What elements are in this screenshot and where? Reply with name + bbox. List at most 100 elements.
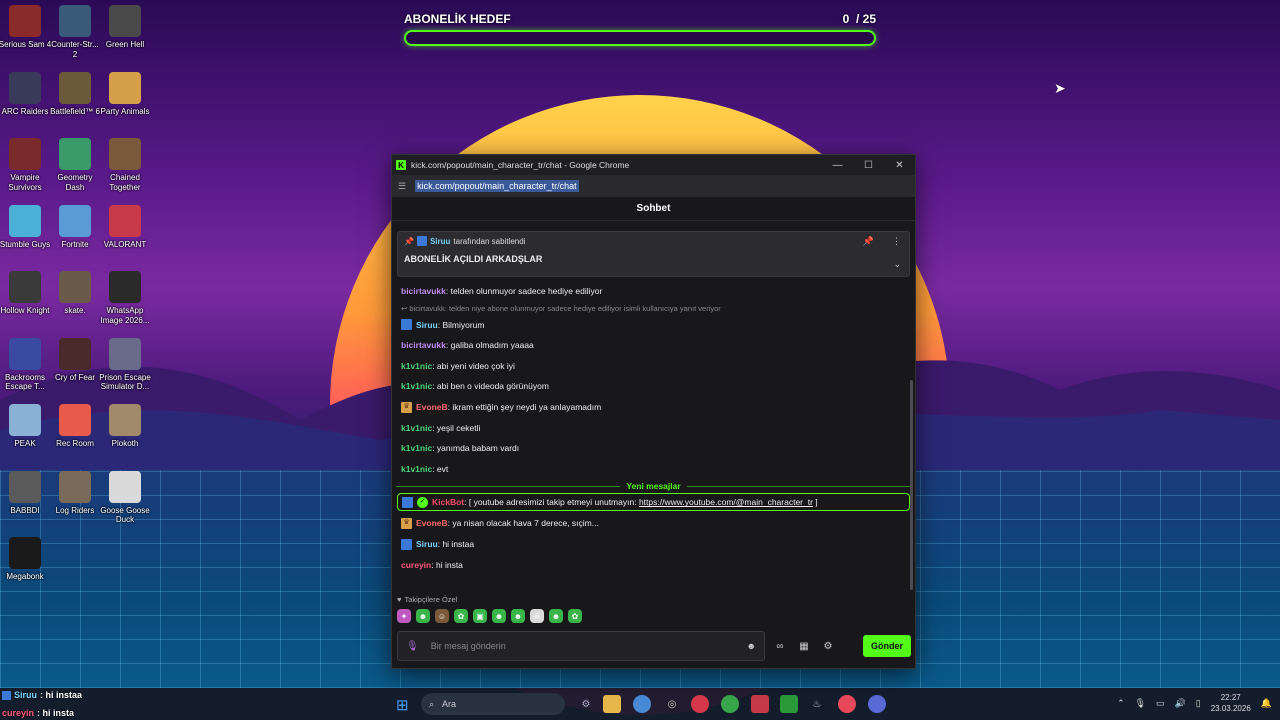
desktop-shortcut[interactable]: BABBDI bbox=[0, 470, 52, 516]
volume-icon[interactable]: 🔊 bbox=[1175, 698, 1186, 709]
emote-icon[interactable]: ☻ bbox=[492, 609, 506, 623]
desktop-shortcut[interactable]: Goose Goose Duck bbox=[98, 470, 152, 525]
desktop-shortcut[interactable]: Backrooms Escape T... bbox=[0, 337, 52, 392]
chevron-up-icon[interactable]: ⌃ bbox=[1117, 698, 1125, 709]
desktop-shortcut[interactable]: ARC Raiders bbox=[0, 71, 52, 117]
message-user[interactable]: bicirtavukk bbox=[401, 335, 446, 356]
message-input[interactable]: 🎙 Bir mesaj gönderin ☻ bbox=[397, 631, 765, 661]
desktop-shortcut[interactable]: Plokoth bbox=[98, 404, 152, 449]
network-icon[interactable]: ▭ bbox=[1156, 698, 1165, 709]
emote-icon[interactable]: ☻ bbox=[416, 609, 430, 623]
emote-icon[interactable]: ☺ bbox=[435, 609, 449, 623]
message-user[interactable]: bicirtavukk bbox=[401, 281, 446, 302]
message-user[interactable]: Siruu bbox=[416, 315, 438, 336]
points-icon[interactable]: ∞ bbox=[771, 641, 789, 652]
desktop-shortcut[interactable]: Fortnite bbox=[48, 204, 102, 250]
emote-icon[interactable]: ☻ bbox=[549, 609, 563, 623]
message-user[interactable]: EvoneB bbox=[416, 397, 448, 418]
emote-icon[interactable]: ☻ bbox=[511, 609, 525, 623]
desktop-shortcut[interactable]: WhatsApp Image 2026... bbox=[98, 271, 152, 325]
message-user[interactable]: Siruu bbox=[416, 534, 438, 555]
more-options-icon[interactable]: ⋮ bbox=[892, 236, 901, 247]
message-user[interactable]: EvoneB bbox=[416, 513, 448, 534]
desktop-shortcut[interactable]: Chained Together bbox=[98, 138, 152, 192]
windows-start-icon[interactable]: ⊞ bbox=[396, 696, 409, 714]
close-button[interactable]: ✕ bbox=[884, 160, 915, 171]
message-user[interactable]: k1v1nic bbox=[401, 459, 432, 480]
maximize-button[interactable]: ☐ bbox=[853, 160, 884, 171]
desktop-shortcut[interactable]: Serious Sam 4 bbox=[0, 5, 52, 50]
emote-icon[interactable]: ▣ bbox=[473, 609, 487, 623]
message-user[interactable]: k1v1nic bbox=[401, 356, 432, 377]
message-user[interactable]: k1v1nic bbox=[401, 418, 432, 439]
emote-icon[interactable]: ✿ bbox=[568, 609, 582, 623]
desktop-shortcut[interactable]: VALORANT bbox=[98, 204, 152, 250]
desktop-shortcut[interactable]: Cry of Fear bbox=[48, 337, 102, 383]
desktop-shortcut-label: skate. bbox=[64, 306, 86, 315]
image-file-icon bbox=[109, 271, 141, 303]
desktop-shortcut[interactable]: Stumble Guys bbox=[0, 204, 52, 250]
taskbar-search[interactable]: ⌕ Ara bbox=[421, 693, 565, 715]
emote-icon[interactable]: ☠ bbox=[530, 609, 544, 623]
desktop-shortcut-label: ARC Raiders bbox=[1, 106, 49, 116]
send-button[interactable]: Gönder bbox=[862, 635, 911, 657]
site-info-icon[interactable]: ☰ bbox=[398, 181, 406, 192]
cry-of-fear-icon bbox=[59, 337, 91, 370]
message-user[interactable]: k1v1nic bbox=[401, 376, 432, 397]
emote-icon[interactable]: ✿ bbox=[454, 609, 468, 623]
notification-icon[interactable]: 🔔 bbox=[1261, 698, 1272, 709]
message-text: : yanımda babam vardı bbox=[432, 443, 520, 454]
game-launcher-icon[interactable] bbox=[751, 695, 769, 713]
desktop-shortcut[interactable]: Vampire Survivors bbox=[0, 138, 52, 192]
settings-app-icon[interactable]: ⚙ bbox=[577, 695, 595, 713]
chrome-icon[interactable] bbox=[633, 695, 651, 713]
window-title: kick.com/popout/main_character_tr/chat -… bbox=[411, 160, 630, 170]
microphone-tray-icon[interactable]: 🎙 bbox=[1135, 698, 1146, 709]
unpin-icon[interactable]: 📌 bbox=[863, 236, 874, 247]
goal-progress-bar bbox=[404, 30, 876, 46]
xbox-app-icon[interactable] bbox=[780, 695, 798, 713]
message-user[interactable]: KickBot bbox=[432, 494, 464, 510]
desktop-shortcut[interactable]: Battlefield™ 6 bbox=[48, 71, 102, 117]
minimize-button[interactable]: — bbox=[822, 160, 853, 171]
store-icon[interactable]: ▦ bbox=[795, 641, 813, 652]
url-text[interactable]: kick.com/popout/main_character_tr/chat bbox=[415, 180, 579, 192]
steam-icon[interactable]: ♨ bbox=[808, 695, 826, 713]
desktop-shortcut[interactable]: Hollow Knight bbox=[0, 271, 52, 316]
opera-icon[interactable] bbox=[691, 695, 709, 713]
app-icon[interactable] bbox=[838, 695, 856, 713]
gear-icon[interactable]: ⚙ bbox=[819, 641, 837, 652]
desktop-shortcut[interactable]: Geometry Dash bbox=[48, 138, 102, 192]
file-explorer-icon[interactable] bbox=[603, 695, 621, 713]
battery-icon[interactable]: ▯ bbox=[1196, 698, 1201, 709]
desktop-shortcut[interactable]: PEAK bbox=[0, 404, 52, 449]
message-user[interactable]: k1v1nic bbox=[401, 438, 432, 459]
youtube-link[interactable]: https://www.youtube.com/@main_character_… bbox=[639, 494, 813, 510]
emoji-icon[interactable]: ☻ bbox=[747, 641, 756, 651]
steam-helper-icon[interactable]: ◎ bbox=[663, 695, 681, 713]
message-user[interactable]: cureyin bbox=[401, 555, 431, 576]
address-bar[interactable]: ☰ kick.com/popout/main_character_tr/chat bbox=[392, 175, 915, 197]
pinned-message[interactable]: 📌 Siruu tarafından sabitlendi ABONELİK A… bbox=[397, 231, 910, 277]
reply-context[interactable]: ↩ bicirtavukk: telden niye abone olunmuy… bbox=[392, 302, 915, 315]
desktop-shortcut[interactable]: Counter-Str... 2 bbox=[48, 5, 102, 59]
microphone-icon[interactable]: 🎙 bbox=[406, 641, 419, 652]
desktop-shortcut[interactable]: Log Riders bbox=[48, 470, 102, 516]
chevron-down-icon[interactable]: ⌄ bbox=[893, 259, 901, 270]
desktop-shortcut[interactable]: Party Animals bbox=[98, 71, 152, 117]
message-text: : telden olunmuyor sadece hediye ediliyo… bbox=[445, 286, 603, 296]
overlay-chat-line: Siruu: hi instaa bbox=[2, 686, 82, 704]
desktop-shortcut-label: Backrooms Escape T... bbox=[4, 372, 45, 392]
emote-icon[interactable]: ✦ bbox=[397, 609, 411, 623]
xbox-icon[interactable] bbox=[721, 695, 739, 713]
desktop-shortcut-label: Green Hell bbox=[105, 40, 145, 49]
chat-scrollbar[interactable] bbox=[910, 380, 913, 590]
desktop-shortcut[interactable]: Rec Room bbox=[48, 404, 102, 449]
pinned-by-user[interactable]: Siruu bbox=[430, 237, 450, 246]
desktop-shortcut[interactable]: Megabonk bbox=[0, 537, 52, 582]
discord-icon[interactable] bbox=[868, 695, 886, 713]
desktop-shortcut[interactable]: Prison Escape Simulator D... bbox=[98, 337, 152, 392]
clock[interactable]: 22:27 23.03.2026 bbox=[1211, 692, 1251, 714]
desktop-shortcut[interactable]: Green Hell bbox=[98, 5, 152, 50]
desktop-shortcut[interactable]: skate. bbox=[48, 271, 102, 316]
